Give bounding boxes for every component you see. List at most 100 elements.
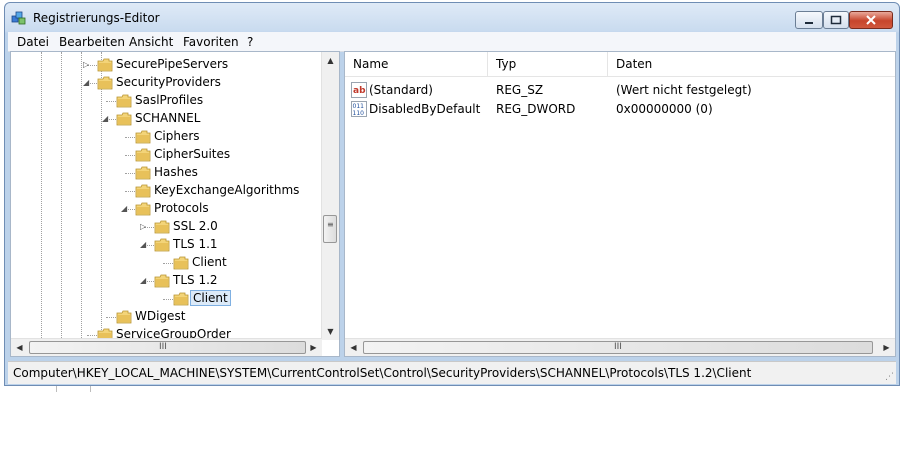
- menu-bar: Datei Bearbeiten Ansicht Favoriten ?: [8, 32, 896, 52]
- values-header-row: Name Typ Daten: [345, 52, 895, 77]
- tree-expander-icon[interactable]: [159, 294, 168, 303]
- values-horizontal-scroll-thumb[interactable]: III: [363, 341, 873, 354]
- tree-item-label: CipherSuites: [154, 147, 231, 161]
- folder-icon: [135, 202, 151, 216]
- folder-icon: [135, 184, 151, 198]
- folder-icon: [97, 58, 113, 72]
- tree-item-label: Ciphers: [154, 129, 200, 143]
- tree-item-label: SecurityProviders: [116, 75, 221, 89]
- minimize-button[interactable]: [795, 11, 823, 29]
- folder-icon: [135, 148, 151, 162]
- tree-item-label: Protocols: [154, 201, 209, 215]
- svg-text:011: 011: [353, 103, 365, 110]
- scroll-down-arrow-icon[interactable]: ▼: [322, 323, 339, 340]
- tree-item[interactable]: KeyExchangeAlgorithms: [11, 182, 321, 200]
- folder-icon: [154, 274, 170, 288]
- scroll-left-arrow-icon[interactable]: ◀: [345, 339, 362, 356]
- menu-favoriten[interactable]: Favoriten: [183, 35, 239, 49]
- tree-vertical-scroll-thumb[interactable]: ≡: [323, 215, 337, 243]
- menu-datei[interactable]: Datei: [17, 35, 49, 49]
- tree-expander-icon[interactable]: ▷: [140, 222, 149, 231]
- tree-item[interactable]: SaslProfiles: [11, 92, 321, 110]
- tree-expander-icon[interactable]: ◢: [140, 276, 149, 285]
- background-line: [56, 386, 57, 392]
- tree-expander-icon[interactable]: ▷: [83, 60, 92, 69]
- close-icon: [866, 15, 876, 25]
- value-row[interactable]: ab (Standard) REG_SZ (Wert nicht festgelegt…: [345, 81, 885, 99]
- tree-horizontal-scroll-thumb[interactable]: III: [29, 341, 306, 354]
- tree-item[interactable]: ◢ Protocols: [11, 200, 321, 218]
- tree-expander-icon[interactable]: [121, 132, 130, 141]
- value-type-cell: REG_SZ: [496, 83, 544, 97]
- tree-expander-icon[interactable]: [102, 96, 111, 105]
- tree-expander-icon[interactable]: [121, 150, 130, 159]
- tree-expander-icon[interactable]: ◢: [121, 204, 130, 213]
- tree-vertical-scrollbar[interactable]: ▲ ≡ ▼: [321, 52, 339, 340]
- tree-expander-icon[interactable]: [121, 186, 130, 195]
- resize-grip-icon[interactable]: ⋰: [885, 372, 894, 382]
- registry-editor-icon: [11, 11, 26, 25]
- folder-icon: [116, 310, 132, 324]
- folder-icon: [173, 292, 189, 306]
- value-data-cell: 0x00000000 (0): [616, 102, 713, 116]
- maximize-button[interactable]: [823, 11, 849, 29]
- tree-item[interactable]: CipherSuites: [11, 146, 321, 164]
- tree-item[interactable]: ◢ TLS 1.1: [11, 236, 321, 254]
- scroll-right-arrow-icon[interactable]: ▶: [878, 339, 895, 356]
- tree-item-label: SecurePipeServers: [116, 57, 229, 71]
- minimize-icon: [805, 22, 813, 24]
- menu-ansicht[interactable]: Ansicht: [129, 35, 173, 49]
- tree-item[interactable]: Ciphers: [11, 128, 321, 146]
- tree-item[interactable]: ▷ SSL 2.0: [11, 218, 321, 236]
- tree-item[interactable]: WDigest: [11, 308, 321, 326]
- menu-help[interactable]: ?: [247, 35, 253, 49]
- tree-item-label: SCHANNEL: [135, 111, 201, 125]
- tree-expander-icon[interactable]: [121, 168, 130, 177]
- menu-bearbeiten[interactable]: Bearbeiten: [59, 35, 125, 49]
- registry-editor-window: Registrierungs-Editor Datei Bearbeiten A…: [4, 2, 900, 386]
- tree-expander-icon[interactable]: [159, 258, 168, 267]
- value-type-cell: REG_DWORD: [496, 102, 576, 116]
- tree-item-label: Client: [190, 290, 231, 306]
- status-bar: Computer\HKEY_LOCAL_MACHINE\SYSTEM\Curre…: [8, 361, 896, 384]
- values-pane: Name Typ Daten ab (Standard) REG_SZ (Wert n…: [344, 51, 896, 357]
- scroll-right-arrow-icon[interactable]: ▶: [305, 339, 322, 356]
- folder-icon: [135, 130, 151, 144]
- tree-expander-icon[interactable]: ◢: [140, 240, 149, 249]
- folder-icon: [116, 112, 132, 126]
- svg-text:110: 110: [353, 110, 365, 117]
- tree-item-label: KeyExchangeAlgorithms: [154, 183, 300, 197]
- values-horizontal-scrollbar[interactable]: ◀ III ▶: [345, 338, 895, 356]
- column-header-data[interactable]: Daten: [608, 52, 895, 76]
- title-bar[interactable]: Registrierungs-Editor: [5, 3, 899, 31]
- folder-icon: [173, 256, 189, 270]
- background-line: [90, 386, 91, 392]
- tree-expander-icon[interactable]: ◢: [102, 114, 111, 123]
- scroll-left-arrow-icon[interactable]: ◀: [11, 339, 28, 356]
- value-row[interactable]: 011 110 DisabledByDefault REG_DWORD 0x000000…: [345, 100, 885, 118]
- close-button[interactable]: [849, 11, 893, 29]
- string-value-icon: ab: [351, 82, 367, 98]
- value-data-cell: (Wert nicht festgelegt): [616, 83, 752, 97]
- tree-item[interactable]: ◢ SecurityProviders: [11, 74, 321, 92]
- tree-hscroll-grip: III: [159, 342, 167, 352]
- key-tree-pane: ▷ SecurePipeServers ◢ SecurityProviders Sasl…: [10, 51, 340, 357]
- tree-horizontal-scrollbar[interactable]: ◀ III ▶: [11, 338, 322, 356]
- tree-item[interactable]: ▷ SecurePipeServers: [11, 56, 321, 74]
- column-header-name[interactable]: Name: [345, 52, 488, 76]
- tree-item[interactable]: Client: [11, 290, 321, 308]
- folder-icon: [154, 220, 170, 234]
- tree-expander-icon[interactable]: [102, 312, 111, 321]
- tree-item-label: Client: [192, 255, 227, 269]
- tree-item[interactable]: ◢ SCHANNEL: [11, 110, 321, 128]
- tree-item[interactable]: Client: [11, 254, 321, 272]
- grip-icon: ≡: [327, 220, 334, 229]
- scroll-up-arrow-icon[interactable]: ▲: [322, 52, 339, 69]
- column-header-type[interactable]: Typ: [488, 52, 608, 76]
- svg-text:ab: ab: [353, 86, 366, 96]
- tree-item[interactable]: Hashes: [11, 164, 321, 182]
- tree-expander-icon[interactable]: ◢: [83, 78, 92, 87]
- window-title: Registrierungs-Editor: [33, 11, 160, 25]
- value-name-cell: (Standard): [369, 83, 433, 97]
- tree-item[interactable]: ◢ TLS 1.2: [11, 272, 321, 290]
